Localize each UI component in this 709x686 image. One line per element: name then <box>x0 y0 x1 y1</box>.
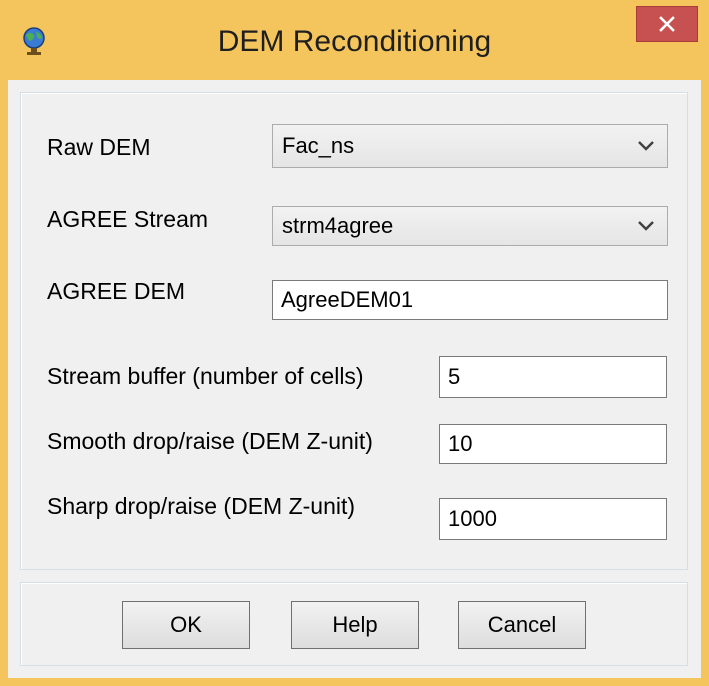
dialog-body: Raw DEM Fac_ns AGREE Stream strm4agree A… <box>8 80 701 678</box>
raw-dem-value: Fac_ns <box>282 133 355 158</box>
agree-dem-label: AGREE DEM <box>47 278 186 304</box>
agree-dem-input[interactable] <box>272 280 668 320</box>
raw-dem-dropdown[interactable]: Fac_ns <box>272 124 668 168</box>
smooth-drop-input[interactable] <box>439 424 667 464</box>
stream-buffer-label: Stream buffer (number of cells) <box>47 363 364 389</box>
agree-stream-label: AGREE Stream <box>47 206 209 232</box>
close-icon <box>659 16 675 32</box>
dialog-window: DEM Reconditioning Raw DEM Fac_ns AGREE … <box>0 0 709 686</box>
close-button[interactable] <box>636 6 698 42</box>
agree-stream-value: strm4agree <box>282 213 394 238</box>
sharp-drop-input[interactable] <box>439 498 667 540</box>
agree-stream-dropdown[interactable]: strm4agree <box>272 206 668 246</box>
sharp-drop-label: Sharp drop/raise (DEM Z-unit) <box>47 493 356 519</box>
chevron-down-icon <box>638 221 654 231</box>
title-bar[interactable]: DEM Reconditioning <box>0 0 709 80</box>
help-button[interactable]: Help <box>291 601 419 649</box>
button-panel: OK Help Cancel <box>20 582 688 666</box>
ok-button[interactable]: OK <box>122 601 250 649</box>
cancel-button[interactable]: Cancel <box>458 601 586 649</box>
chevron-down-icon <box>638 141 654 151</box>
raw-dem-label: Raw DEM <box>47 134 151 160</box>
parameters-panel: Raw DEM Fac_ns AGREE Stream strm4agree A… <box>20 92 688 570</box>
smooth-drop-label: Smooth drop/raise (DEM Z-unit) <box>47 428 373 454</box>
stream-buffer-input[interactable] <box>439 356 667 398</box>
window-title: DEM Reconditioning <box>217 25 492 58</box>
